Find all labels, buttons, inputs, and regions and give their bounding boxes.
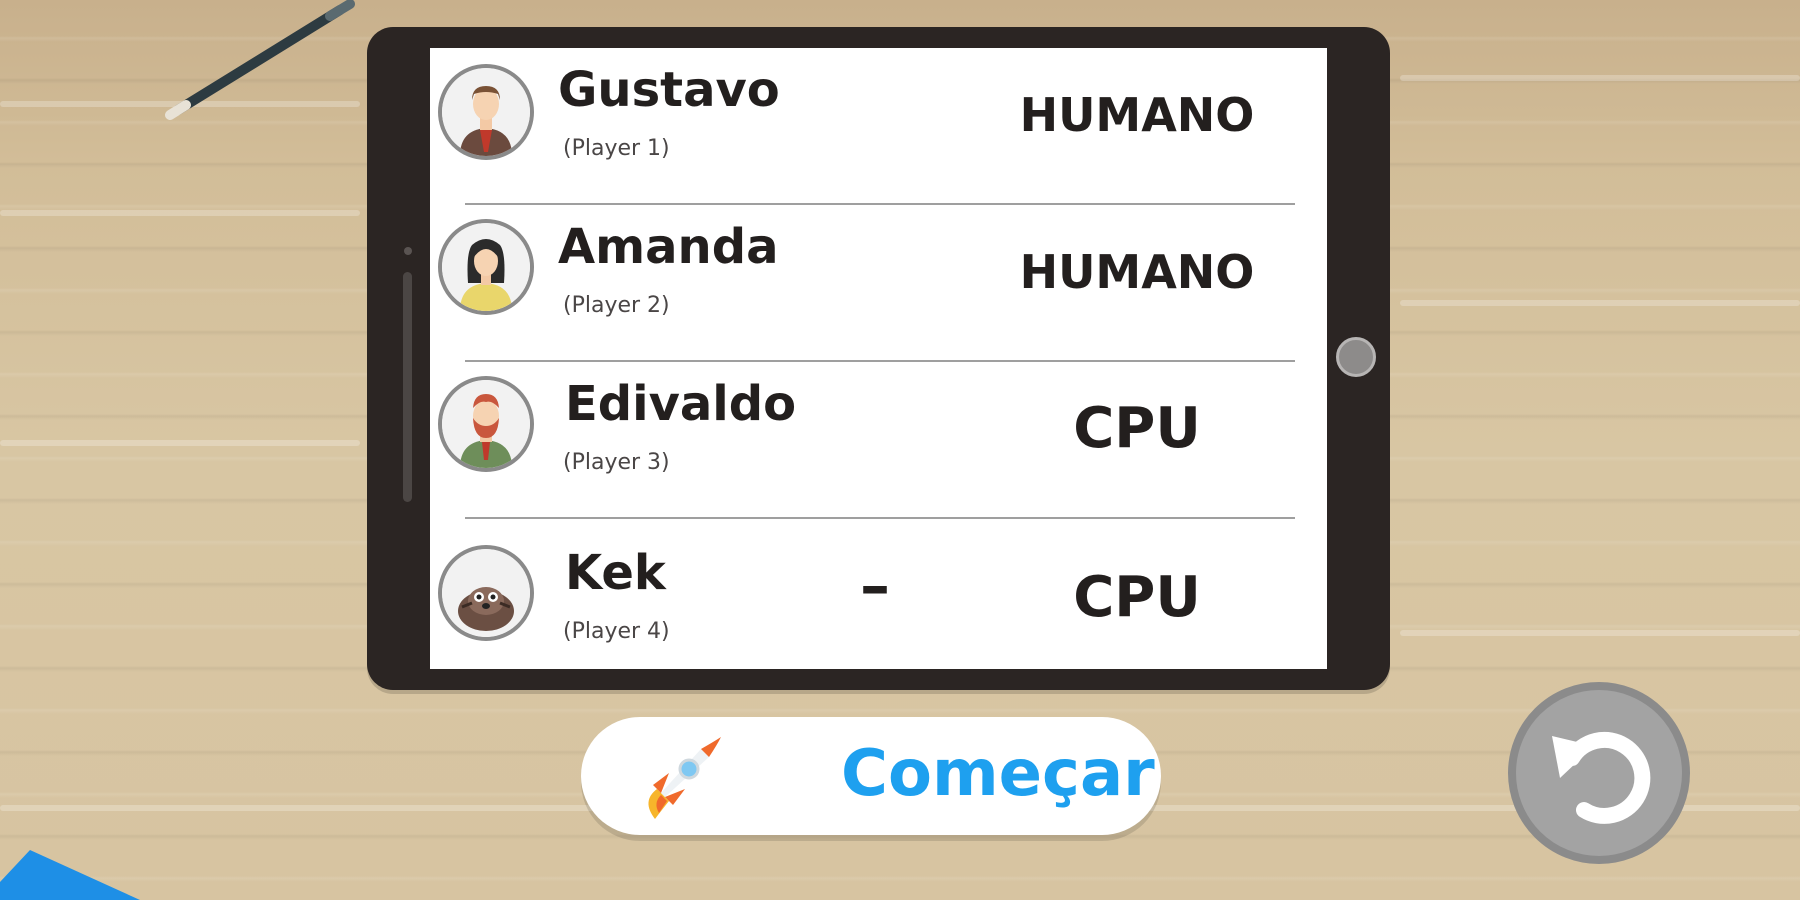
tablet-camera	[404, 247, 412, 255]
start-button[interactable]: Começar	[581, 717, 1161, 835]
desk-grain	[0, 210, 360, 216]
tablet-home-button	[1336, 337, 1376, 377]
player-extra-indicator: –	[860, 551, 890, 621]
start-button-label: Começar	[841, 737, 1155, 811]
player-name: Edivaldo	[565, 376, 797, 432]
player-type-label[interactable]: HUMANO	[1007, 88, 1267, 142]
player-row[interactable]: Kek (Player 4) – CPU	[430, 519, 1327, 669]
sea-otter-avatar-icon	[438, 545, 534, 641]
player-list-screen: Gustavo (Player 1) HUMANO Amanda (Player…	[430, 48, 1327, 669]
desk-grain	[0, 440, 360, 446]
businesswoman-avatar-icon	[438, 219, 534, 315]
desk-grain	[1400, 630, 1800, 636]
tablet-side-bar	[403, 272, 412, 502]
player-type-label[interactable]: CPU	[1007, 396, 1267, 461]
player-row[interactable]: Edivaldo (Player 3) CPU	[430, 362, 1327, 519]
player-slot-label: (Player 4)	[563, 619, 670, 644]
player-slot-label: (Player 1)	[563, 136, 670, 161]
blue-card-corner	[0, 850, 140, 900]
undo-icon	[1552, 731, 1651, 824]
player-name: Gustavo	[558, 62, 780, 118]
player-name: Kek	[565, 545, 666, 601]
rocket-icon	[648, 737, 721, 819]
player-row[interactable]: Amanda (Player 2) HUMANO	[430, 205, 1327, 362]
pencil-icon	[165, 0, 355, 120]
player-type-label[interactable]: CPU	[1007, 565, 1267, 630]
desk-grain	[1400, 300, 1800, 306]
player-name: Amanda	[558, 219, 779, 275]
player-slot-label: (Player 2)	[563, 293, 670, 318]
player-row[interactable]: Gustavo (Player 1) HUMANO	[430, 48, 1327, 205]
desk-grain	[1400, 75, 1800, 81]
player-slot-label: (Player 3)	[563, 450, 670, 475]
undo-button[interactable]	[1508, 682, 1690, 864]
player-type-label[interactable]: HUMANO	[1007, 245, 1267, 299]
bearded-man-avatar-icon	[438, 376, 534, 472]
businessman-avatar-icon	[438, 64, 534, 160]
